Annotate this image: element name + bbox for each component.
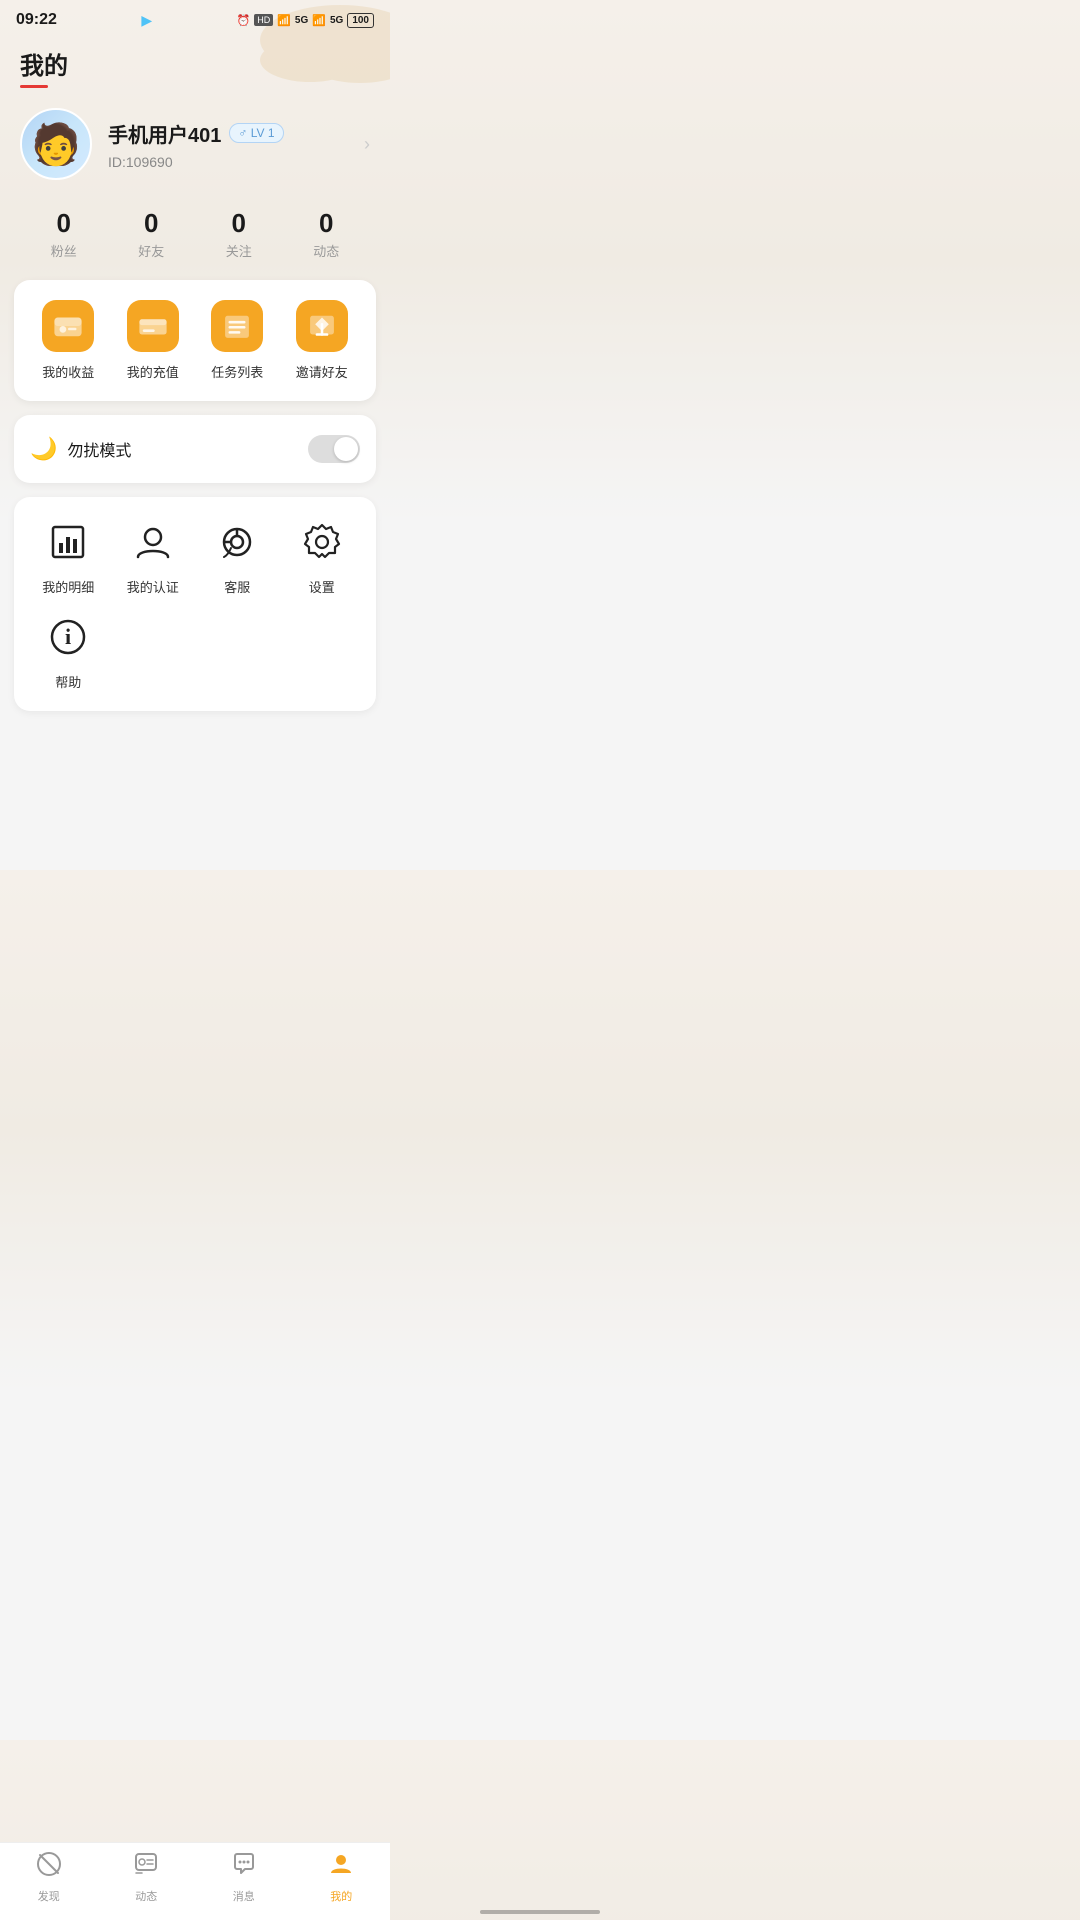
page-header: 我的 — [0, 36, 390, 96]
battery-icon: 100 — [347, 13, 374, 28]
nav-mine[interactable]: 我的 — [293, 1851, 391, 1904]
wifi-icon: 📶 — [277, 14, 291, 27]
follow-label: 关注 — [226, 241, 252, 260]
earnings-label: 我的收益 — [42, 362, 94, 381]
profile-id: ID:109690 — [108, 154, 364, 170]
stat-follow[interactable]: 0 关注 — [226, 208, 252, 260]
profile-arrow-icon[interactable]: › — [364, 134, 370, 155]
bottom-nav: 发现 动态 消息 — [0, 1842, 390, 1920]
status-time: 09:22 — [16, 11, 57, 29]
alarm-icon: ⏰ — [237, 14, 251, 27]
help-label: 帮助 — [55, 672, 81, 691]
hd-icon: HD — [254, 14, 273, 26]
settings-icon — [297, 517, 347, 567]
moments-label: 动态 — [313, 241, 339, 260]
mine-nav-label: 我的 — [330, 1888, 352, 1904]
tasks-icon — [211, 300, 263, 352]
verify-label: 我的认证 — [127, 577, 179, 596]
action-invite[interactable]: 邀请好友 — [284, 300, 361, 381]
home-indicator — [480, 1910, 600, 1914]
menu-support[interactable]: 客服 — [199, 517, 276, 596]
support-icon — [212, 517, 262, 567]
avatar[interactable]: 🧑 — [20, 108, 92, 180]
verify-icon — [128, 517, 178, 567]
help-icon: i — [43, 612, 93, 662]
statement-label: 我的明细 — [42, 577, 94, 596]
mine-icon — [328, 1851, 354, 1884]
moon-icon: 🌙 — [30, 436, 57, 462]
status-bar: 09:22 ▶ ⏰ HD 📶 5G 📶 5G 100 — [0, 0, 390, 36]
menu-settings[interactable]: 设置 — [284, 517, 361, 596]
dnd-left: 🌙 勿扰模式 — [30, 436, 131, 462]
friends-label: 好友 — [138, 241, 164, 260]
menu-grid: 我的明细 我的认证 — [30, 517, 360, 691]
statement-icon — [43, 517, 93, 567]
action-earnings[interactable]: 我的收益 — [30, 300, 107, 381]
fans-label: 粉丝 — [51, 241, 77, 260]
discover-nav-label: 发现 — [38, 1888, 60, 1904]
page-title-underline — [20, 85, 48, 88]
menu-verify[interactable]: 我的认证 — [115, 517, 192, 596]
svg-text:i: i — [65, 624, 71, 649]
level-badge: ♂ LV 1 — [229, 123, 283, 143]
profile-name-row: 手机用户401 ♂ LV 1 — [108, 119, 364, 148]
menu-statement[interactable]: 我的明细 — [30, 517, 107, 596]
quick-actions-card: 我的收益 我的充值 — [14, 280, 376, 401]
action-recharge[interactable]: 我的充值 — [115, 300, 192, 381]
quick-actions-grid: 我的收益 我的充值 — [30, 300, 360, 381]
menu-card: 我的明细 我的认证 — [14, 497, 376, 711]
earnings-icon — [42, 300, 94, 352]
profile-name: 手机用户401 — [108, 119, 221, 148]
avatar-image: 🧑 — [31, 121, 81, 168]
stat-friends[interactable]: 0 好友 — [138, 208, 164, 260]
moments-nav-label: 动态 — [135, 1888, 157, 1904]
network-arrow-icon: ▶ — [141, 12, 152, 29]
stat-moments[interactable]: 0 动态 — [313, 208, 339, 260]
tasks-label: 任务列表 — [211, 362, 263, 381]
status-icons: ⏰ HD 📶 5G 📶 5G 100 — [237, 13, 374, 28]
dnd-toggle[interactable] — [308, 435, 360, 463]
moments-count: 0 — [313, 208, 339, 239]
follow-count: 0 — [226, 208, 252, 239]
action-tasks[interactable]: 任务列表 — [199, 300, 276, 381]
stat-fans[interactable]: 0 粉丝 — [51, 208, 77, 260]
toggle-knob — [334, 437, 358, 461]
support-label: 客服 — [224, 577, 250, 596]
nav-moments[interactable]: 动态 — [98, 1851, 196, 1904]
recharge-label: 我的充值 — [127, 362, 179, 381]
settings-label: 设置 — [309, 577, 335, 596]
nav-messages[interactable]: 消息 — [195, 1851, 293, 1904]
signal-5g-icon: 5G — [295, 15, 308, 26]
nav-discover[interactable]: 发现 — [0, 1851, 98, 1904]
profile-section[interactable]: 🧑 手机用户401 ♂ LV 1 ID:109690 › — [0, 96, 390, 196]
menu-help[interactable]: i 帮助 — [30, 612, 107, 691]
messages-icon — [231, 1851, 257, 1884]
profile-info: 手机用户401 ♂ LV 1 ID:109690 — [108, 119, 364, 170]
signal-5g-2-icon: 5G — [330, 15, 343, 26]
moments-icon — [133, 1851, 159, 1884]
invite-icon — [296, 300, 348, 352]
dnd-card: 🌙 勿扰模式 — [14, 415, 376, 483]
recharge-icon — [127, 300, 179, 352]
page-title: 我的 — [20, 46, 370, 81]
invite-label: 邀请好友 — [296, 362, 348, 381]
stats-row: 0 粉丝 0 好友 0 关注 0 动态 — [0, 196, 390, 280]
friends-count: 0 — [138, 208, 164, 239]
messages-nav-label: 消息 — [233, 1888, 255, 1904]
signal-bar-icon: 📶 — [312, 14, 326, 27]
dnd-row: 🌙 勿扰模式 — [30, 435, 360, 463]
fans-count: 0 — [51, 208, 77, 239]
discover-icon — [36, 1851, 62, 1884]
dnd-label: 勿扰模式 — [67, 437, 131, 461]
